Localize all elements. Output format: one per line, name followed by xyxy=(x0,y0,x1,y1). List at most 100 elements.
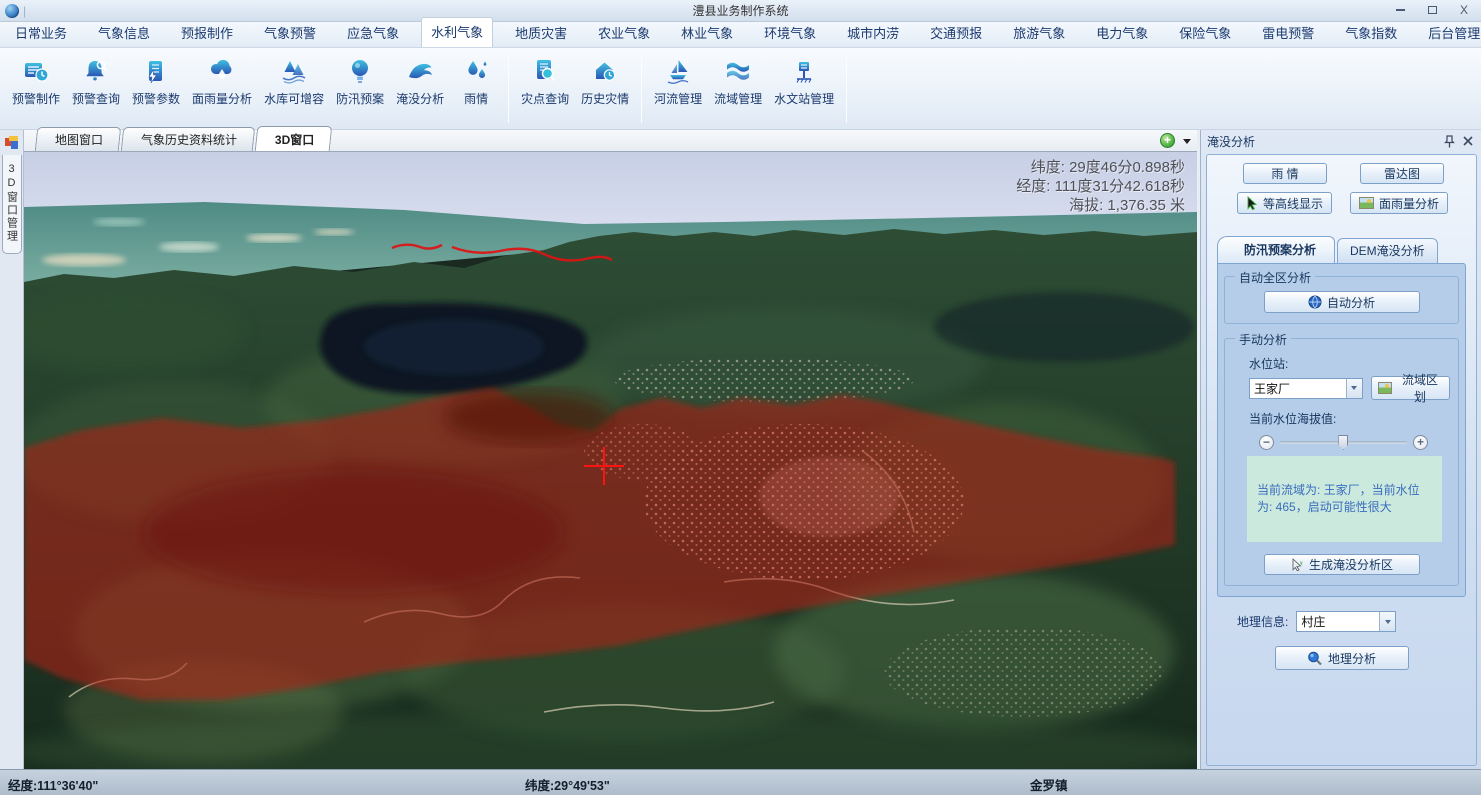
geo-info-select[interactable]: 村庄 xyxy=(1296,611,1396,632)
slider-thumb[interactable] xyxy=(1338,435,1348,450)
status-longitude: 经度:111°36'40" xyxy=(8,775,98,794)
slider-track[interactable] xyxy=(1280,441,1407,444)
menu-admin[interactable]: 后台管理 xyxy=(1419,19,1481,47)
menu-forestry[interactable]: 林业气象 xyxy=(672,19,742,47)
menu-forecast-make[interactable]: 预报制作 xyxy=(172,19,242,47)
menu-hydro-weather[interactable]: 水利气象 xyxy=(421,17,493,47)
tool-flood-analysis[interactable]: 淹没分析 xyxy=(390,52,450,127)
chevron-down-icon[interactable] xyxy=(1346,379,1362,398)
ribbon-toolbar: 预警制作 预警查询 预警参数 面雨量分析 水库可增容 xyxy=(0,48,1481,130)
cursor-sparkle-icon xyxy=(1290,558,1304,571)
toolbar-separator xyxy=(846,56,847,123)
raindrops-icon xyxy=(461,56,491,86)
water-level-slider: − + xyxy=(1259,435,1428,450)
tool-rain-info[interactable]: 雨情 xyxy=(450,52,502,127)
analysis-info-box: 当前流域为: 王家厂，当前水位 为: 465，启动可能性很大 xyxy=(1247,456,1442,542)
picture-icon xyxy=(1378,382,1392,394)
tool-hydro-station-manage[interactable]: 水文站管理 xyxy=(768,52,840,127)
sailboat-icon xyxy=(663,56,693,86)
panel-title: 淹没分析 xyxy=(1207,133,1439,150)
tab-dem-flood-analysis[interactable]: DEM淹没分析 xyxy=(1337,238,1438,263)
tool-area-rainfall[interactable]: 面雨量分析 xyxy=(186,52,258,127)
tool-history-disaster[interactable]: 历史灾情 xyxy=(575,52,635,127)
contour-display-button[interactable]: 等高线显示 xyxy=(1237,192,1332,214)
flood-wave-icon xyxy=(405,56,435,86)
panel-close-icon[interactable] xyxy=(1460,134,1475,149)
slider-plus-button[interactable]: + xyxy=(1413,435,1428,450)
slider-minus-button[interactable]: − xyxy=(1259,435,1274,450)
menu-weather-info[interactable]: 气象信息 xyxy=(89,19,159,47)
flood-analysis-panel: 淹没分析 雨 情 雷达图 等高线显示 面雨量分析 防汛预案分析 xyxy=(1200,130,1481,769)
tab-flood-plan-analysis[interactable]: 防汛预案分析 xyxy=(1217,236,1335,263)
cursor-arrow-icon xyxy=(1246,196,1258,210)
menu-weather-index[interactable]: 气象指数 xyxy=(1336,19,1406,47)
menu-bar: 日常业务 气象信息 预报制作 气象预警 应急气象 水利气象 地质灾害 农业气象 … xyxy=(0,22,1481,48)
menu-insurance[interactable]: 保险气象 xyxy=(1170,19,1240,47)
flood-plan-tab-page: 自动全区分析 自动分析 手动分析 水位站: 王家厂 xyxy=(1217,263,1466,597)
tool-disaster-point-query[interactable]: 灾点查询 xyxy=(515,52,575,127)
house-history-icon xyxy=(590,56,620,86)
tool-reservoir-capacity[interactable]: 水库可增容 xyxy=(258,52,330,127)
status-place: 金罗镇 xyxy=(1030,775,1068,794)
generate-flood-area-button[interactable]: 生成淹没分析区 xyxy=(1264,554,1420,575)
map-3d-viewport[interactable]: 纬度: 29度46分0.898秒 经度: 111度31分42.618秒 海拔: … xyxy=(24,152,1197,769)
menu-environment[interactable]: 环境气象 xyxy=(755,19,825,47)
menu-urban-flood[interactable]: 城市内涝 xyxy=(838,19,908,47)
picture-icon xyxy=(1359,197,1374,209)
magnifier-icon xyxy=(1307,651,1323,666)
waves-icon xyxy=(723,56,753,86)
panel-header: 淹没分析 xyxy=(1201,130,1481,152)
tab-map-window[interactable]: 地图窗口 xyxy=(35,127,122,151)
menu-lightning[interactable]: 雷电预警 xyxy=(1253,19,1323,47)
basin-zoning-button[interactable]: 流域区划 xyxy=(1371,376,1450,400)
menu-daily-business[interactable]: 日常业务 xyxy=(6,19,76,47)
auto-analysis-button[interactable]: 自动分析 xyxy=(1264,291,1420,313)
add-tab-button[interactable]: + xyxy=(1160,133,1175,148)
menu-agriculture[interactable]: 农业气象 xyxy=(589,19,659,47)
tool-warning-make[interactable]: 预警制作 xyxy=(6,52,66,127)
area-rainfall-button[interactable]: 面雨量分析 xyxy=(1350,192,1448,214)
geo-info-label: 地理信息: xyxy=(1237,613,1288,630)
window-manager-icon xyxy=(5,136,19,149)
toolbar-separator xyxy=(641,56,642,123)
tab-3d-window[interactable]: 3D窗口 xyxy=(255,126,333,151)
doc-search-icon xyxy=(530,56,560,86)
tool-warning-params[interactable]: 预警参数 xyxy=(126,52,186,127)
rain-info-button[interactable]: 雨 情 xyxy=(1243,163,1327,184)
close-button[interactable]: X xyxy=(1453,2,1475,18)
chevron-down-icon[interactable] xyxy=(1379,612,1395,631)
pin-icon[interactable] xyxy=(1442,134,1457,149)
reservoir-trees-icon xyxy=(279,56,309,86)
radar-image-button[interactable]: 雷达图 xyxy=(1360,163,1444,184)
overlay-altitude: 海拔: 1,376.35 米 xyxy=(1016,196,1185,215)
menu-tourism[interactable]: 旅游气象 xyxy=(1004,19,1074,47)
tool-basin-manage[interactable]: 流域管理 xyxy=(708,52,768,127)
tool-warning-query[interactable]: 预警查询 xyxy=(66,52,126,127)
vertical-tab-3d-window-manage[interactable]: 3D窗口管理 xyxy=(2,155,22,254)
geo-analysis-button[interactable]: 地理分析 xyxy=(1275,646,1409,670)
overlay-latitude: 纬度: 29度46分0.898秒 xyxy=(1016,158,1185,177)
tool-river-manage[interactable]: 河流管理 xyxy=(648,52,708,127)
station-label: 水位站: xyxy=(1249,355,1452,372)
menu-geo-disaster[interactable]: 地质灾害 xyxy=(506,19,576,47)
tab-list-caret-icon[interactable] xyxy=(1183,139,1191,144)
panel-tab-strip: 防汛预案分析 DEM淹没分析 xyxy=(1217,240,1466,263)
menu-traffic[interactable]: 交通预报 xyxy=(921,19,991,47)
menu-weather-warning[interactable]: 气象预警 xyxy=(255,19,325,47)
warning-params-icon xyxy=(141,56,171,86)
hydro-station-icon xyxy=(789,56,819,86)
tab-weather-history-stats[interactable]: 气象历史资料统计 xyxy=(121,127,256,151)
level-label: 当前水位海拔值: xyxy=(1249,410,1452,427)
rain-cloud-icon xyxy=(207,56,237,86)
toolbar-separator xyxy=(508,56,509,123)
tool-flood-plan[interactable]: 防汛预案 xyxy=(330,52,390,127)
minimize-button[interactable] xyxy=(1389,2,1411,18)
maximize-button[interactable] xyxy=(1421,2,1443,18)
menu-emergency[interactable]: 应急气象 xyxy=(338,19,408,47)
manual-analysis-group: 手动分析 水位站: 王家厂 流域区划 当前水位海拔值: − xyxy=(1224,338,1459,586)
status-latitude: 纬度:29°49'53" xyxy=(525,775,610,794)
auto-analysis-group: 自动全区分析 自动分析 xyxy=(1224,276,1459,324)
station-select[interactable]: 王家厂 xyxy=(1249,378,1363,399)
menu-power[interactable]: 电力气象 xyxy=(1087,19,1157,47)
left-dock-strip: 3D窗口管理 xyxy=(0,130,24,769)
